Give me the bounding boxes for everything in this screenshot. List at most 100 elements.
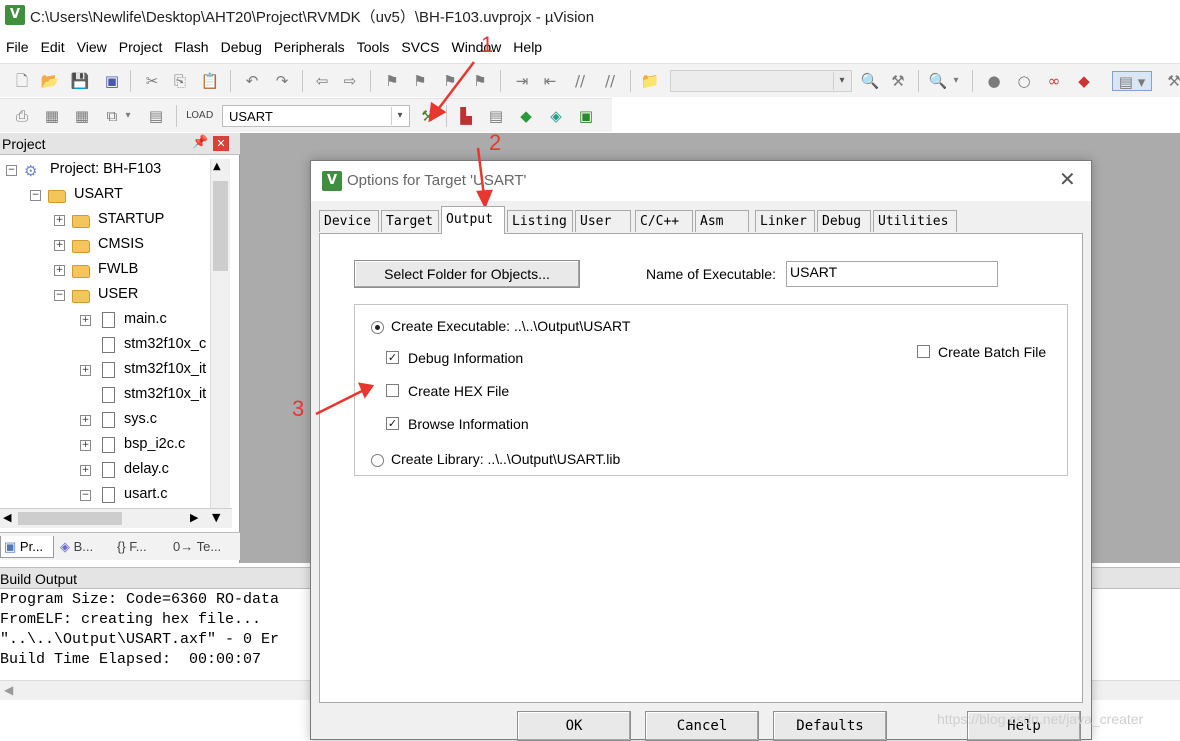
chevron-down-icon[interactable]: ▾ xyxy=(391,107,408,125)
build-icon[interactable]: ▦ xyxy=(42,106,62,126)
nav-forward-icon[interactable]: ⇨ xyxy=(340,71,360,91)
debug-session-icon[interactable]: 🔍 xyxy=(928,71,948,91)
target-select[interactable]: USART ▾ xyxy=(222,105,410,127)
paste-icon[interactable]: 📋 xyxy=(200,71,220,91)
prev-bookmark-icon[interactable]: ⚑ xyxy=(410,71,430,91)
tab-debug[interactable]: Debug xyxy=(817,210,871,232)
expand-icon[interactable]: + xyxy=(54,215,65,226)
expand-icon[interactable]: + xyxy=(80,465,91,476)
new-file-icon[interactable]: 🗋 xyxy=(12,71,32,91)
configure-icon[interactable]: ⚒ xyxy=(1164,71,1180,91)
browse-information-checkbox[interactable]: ✓ xyxy=(386,417,399,430)
debug-dropdown-icon[interactable]: ▾ xyxy=(950,71,962,91)
comment-icon[interactable]: // xyxy=(570,71,590,91)
expand-icon[interactable]: + xyxy=(54,240,65,251)
kill-breakpoints-icon[interactable]: ◆ xyxy=(1074,71,1094,91)
menu-peripherals[interactable]: Peripherals xyxy=(268,39,351,55)
scroll-thumb[interactable] xyxy=(213,181,228,271)
create-batch-checkbox[interactable] xyxy=(917,345,930,358)
save-icon[interactable]: 💾 xyxy=(70,71,90,91)
uncomment-icon[interactable]: // xyxy=(600,71,620,91)
tab-c-cpp[interactable]: C/C++ xyxy=(635,210,693,232)
batch-dropdown-icon[interactable]: ▾ xyxy=(122,106,134,126)
next-bookmark-icon[interactable]: ⚑ xyxy=(440,71,460,91)
close-icon[interactable]: ✕ xyxy=(213,136,229,151)
expand-icon[interactable]: + xyxy=(80,365,91,376)
tab-functions[interactable]: {} F... xyxy=(114,536,166,558)
incremental-find-icon[interactable]: ⚒ xyxy=(888,71,908,91)
create-executable-radio[interactable] xyxy=(371,321,384,334)
ok-button[interactable]: OK xyxy=(517,711,631,741)
indent-icon[interactable]: ⇥ xyxy=(512,71,532,91)
menu-flash[interactable]: Flash xyxy=(168,39,214,55)
create-library-radio[interactable] xyxy=(371,454,384,467)
find-icon[interactable]: 🔍 xyxy=(860,71,880,91)
manage-rte-icon[interactable]: ◆ xyxy=(516,106,536,126)
unindent-icon[interactable]: ⇤ xyxy=(540,71,560,91)
tab-project[interactable]: ▣ Pr... xyxy=(0,536,54,558)
cut-icon[interactable]: ✂ xyxy=(142,71,162,91)
window-layout-icon[interactable]: ▤ ▾ xyxy=(1112,71,1152,91)
expand-icon[interactable]: + xyxy=(80,415,91,426)
expand-icon[interactable]: + xyxy=(54,265,65,276)
menu-help[interactable]: Help xyxy=(507,39,548,55)
manage-project-items-icon[interactable]: ▙ xyxy=(456,106,476,126)
copy-icon[interactable]: ⎘ xyxy=(170,71,190,91)
menu-tools[interactable]: Tools xyxy=(351,39,396,55)
tab-utilities[interactable]: Utilities xyxy=(873,210,957,232)
tab-target[interactable]: Target xyxy=(381,210,439,232)
stop-build-icon[interactable]: ▤ xyxy=(146,106,166,126)
menu-svcs[interactable]: SVCS xyxy=(395,39,445,55)
clear-bookmarks-icon[interactable]: ⚑ xyxy=(470,71,490,91)
translate-icon[interactable]: ⎙ xyxy=(12,106,32,126)
scroll-left-icon[interactable]: ◀ xyxy=(4,683,13,697)
tab-templates[interactable]: 0→ Te... xyxy=(170,536,230,558)
select-folder-button[interactable]: Select Folder for Objects... xyxy=(354,260,580,288)
menu-debug[interactable]: Debug xyxy=(215,39,268,55)
menu-view[interactable]: View xyxy=(71,39,113,55)
tree-horizontal-scrollbar[interactable]: ◀ ▶ ▼ xyxy=(0,508,232,528)
scroll-right-icon[interactable]: ▶ xyxy=(190,511,198,524)
disable-all-breakpoints-icon[interactable]: ∞ xyxy=(1044,71,1064,91)
open-file-icon[interactable]: 📂 xyxy=(40,71,60,91)
defaults-button[interactable]: Defaults xyxy=(773,711,887,741)
collapse-icon[interactable]: − xyxy=(30,190,41,201)
scroll-down-icon[interactable]: ▼ xyxy=(212,511,220,524)
tab-listing[interactable]: Listing xyxy=(507,210,573,232)
expand-icon[interactable]: + xyxy=(80,315,91,326)
tab-output[interactable]: Output xyxy=(441,206,505,234)
disable-breakpoint-icon[interactable]: ○ xyxy=(1014,71,1034,91)
menu-file[interactable]: File xyxy=(0,39,35,55)
create-hex-checkbox[interactable] xyxy=(386,384,399,397)
close-icon[interactable]: ✕ xyxy=(1059,167,1076,191)
options-for-target-icon[interactable]: ⚒ xyxy=(418,106,438,126)
save-all-icon[interactable]: ▣ xyxy=(102,71,122,91)
collapse-icon[interactable]: − xyxy=(54,290,65,301)
pin-icon[interactable]: 📌 xyxy=(192,135,208,150)
select-software-packs-icon[interactable]: ▤ xyxy=(486,106,506,126)
find-combo[interactable]: ▾ xyxy=(670,70,852,92)
cancel-button[interactable]: Cancel xyxy=(645,711,759,741)
scroll-up-icon[interactable]: ▲ xyxy=(213,161,221,172)
menu-project[interactable]: Project xyxy=(113,39,169,55)
find-in-files-icon[interactable]: 📁 xyxy=(640,71,660,91)
pack-installer-icon[interactable]: ◈ xyxy=(546,106,566,126)
menu-window[interactable]: Window xyxy=(446,39,508,55)
menu-edit[interactable]: Edit xyxy=(35,39,71,55)
executable-name-input[interactable]: USART xyxy=(786,261,998,287)
bookmark-icon[interactable]: ⚑ xyxy=(382,71,402,91)
expand-icon[interactable]: + xyxy=(80,440,91,451)
redo-icon[interactable]: ↷ xyxy=(272,71,292,91)
batch-build-icon[interactable]: ⧉ xyxy=(102,106,122,126)
collapse-icon[interactable]: − xyxy=(80,490,91,501)
chevron-down-icon[interactable]: ▾ xyxy=(833,72,850,90)
scroll-left-icon[interactable]: ◀ xyxy=(3,511,11,524)
tab-user[interactable]: User xyxy=(575,210,631,232)
tree-vertical-scrollbar[interactable]: ▲ xyxy=(210,159,230,509)
undo-icon[interactable]: ↶ xyxy=(242,71,262,91)
download-icon[interactable]: LOAD xyxy=(186,106,213,126)
scroll-thumb[interactable] xyxy=(18,512,122,525)
collapse-icon[interactable]: − xyxy=(6,165,17,176)
tab-device[interactable]: Device xyxy=(319,210,379,232)
tab-books[interactable]: ◈ B... xyxy=(57,536,109,558)
